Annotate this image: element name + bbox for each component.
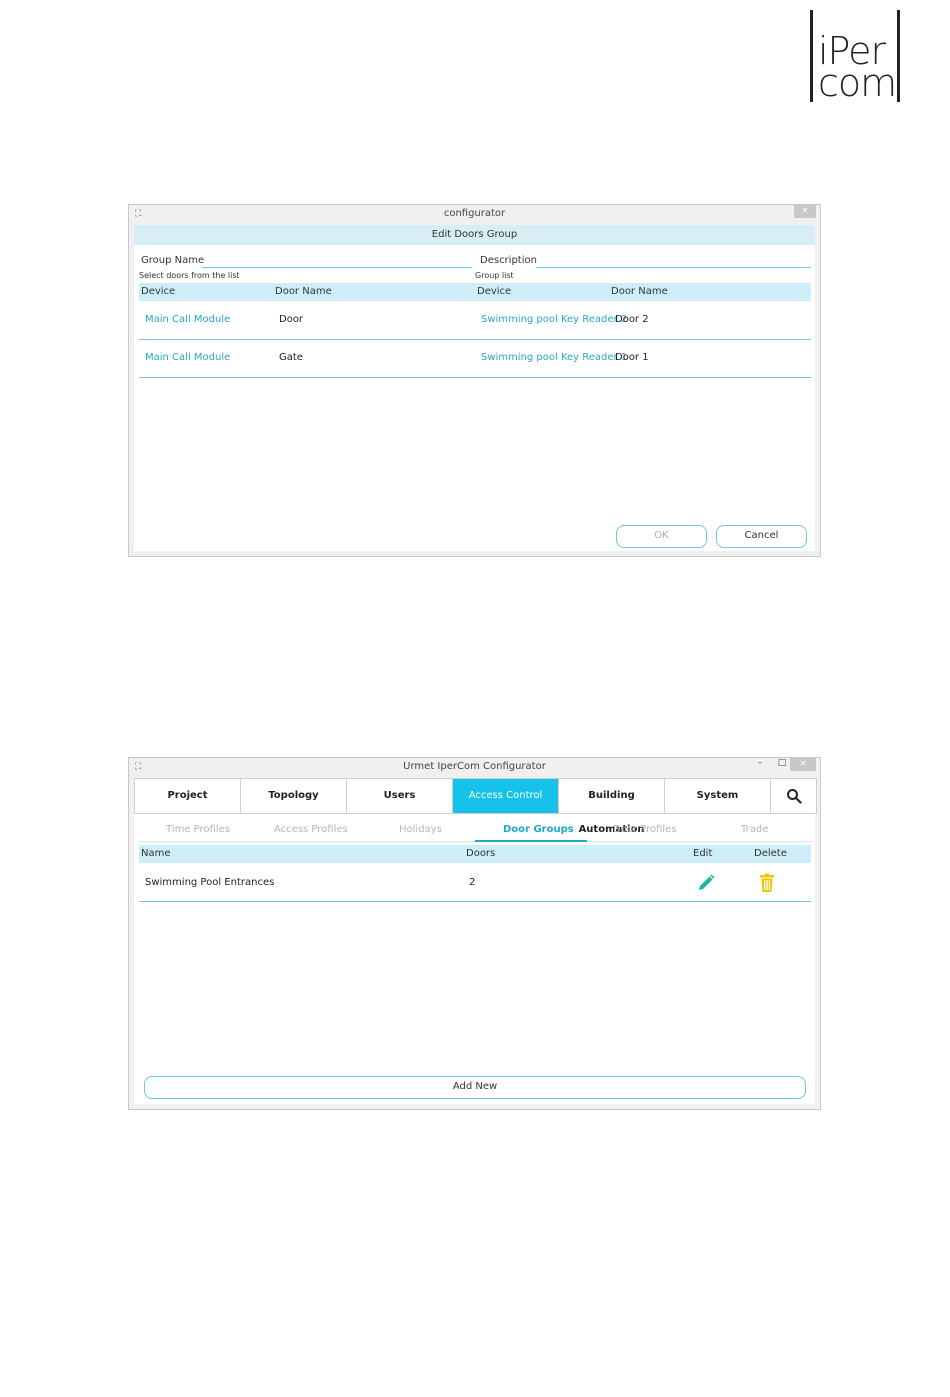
group-name-input[interactable] [202, 267, 472, 268]
active-subtab-indicator [475, 840, 587, 842]
ok-button[interactable]: OK [616, 525, 707, 548]
search-icon [786, 789, 802, 804]
col-device: Device [477, 286, 512, 297]
col-door-name: Door Name [275, 286, 332, 297]
row-divider [139, 339, 475, 340]
row-device: Main Call Module [145, 314, 231, 325]
row-door-name: Gate [279, 352, 303, 363]
logo-text-bottom: com [818, 61, 897, 105]
col-edit: Edit [693, 848, 713, 859]
col-door-name: Door Name [611, 286, 668, 297]
edit-button[interactable] [696, 873, 716, 893]
group-list-header: Device Door Name [475, 283, 811, 301]
dialog-titlebar: ⛶ configurator × [129, 205, 820, 225]
row-device: Swimming pool Key Reader 2 [481, 314, 628, 325]
sub-tab-bar: Time Profiles Access Profiles Holidays D… [139, 822, 812, 842]
subtab-holidays[interactable]: Holidays [399, 824, 442, 835]
subtab-time-profiles[interactable]: Time Profiles [166, 824, 230, 835]
row-doors-count: 2 [469, 877, 476, 888]
logo-bar-right [897, 10, 900, 102]
tab-topology[interactable]: Topology [241, 779, 347, 813]
col-name: Name [141, 848, 171, 859]
tab-project[interactable]: Project [135, 779, 241, 813]
subtab-access-profiles[interactable]: Access Profiles [274, 824, 348, 835]
description-input[interactable] [536, 267, 811, 268]
select-doors-label: Select doors from the list [139, 271, 240, 280]
subtab-door-groups[interactable]: Door Groups [503, 824, 574, 835]
app-close-button[interactable]: × [790, 758, 816, 771]
minimize-button[interactable]: – [752, 758, 768, 771]
dialog-body: Edit Doors Group Group Name Description … [134, 225, 815, 551]
search-button[interactable] [771, 779, 816, 813]
row-door-name: Door 2 [615, 314, 649, 325]
ipercom-logo: iPer com [810, 10, 900, 102]
edit-doors-group-dialog: ⛶ configurator × Edit Doors Group Group … [128, 204, 821, 557]
subtab-trade[interactable]: Trade [741, 824, 768, 835]
dialog-close-button[interactable]: × [794, 205, 816, 218]
row-group-name: Swimming Pool Entrances [145, 877, 275, 888]
logo-bar-left [810, 10, 813, 102]
app-window-title: Urmet IperCom Configurator [403, 761, 546, 772]
app-body: Project Topology Users Access Control Bu… [134, 778, 817, 1104]
available-doors-header: Device Door Name [139, 283, 475, 301]
col-device: Device [141, 286, 176, 297]
trash-icon [760, 873, 774, 892]
row-device: Main Call Module [145, 352, 231, 363]
dialog-window-title: configurator [443, 208, 506, 219]
main-tab-bar: Project Topology Users Access Control Bu… [134, 778, 817, 835]
group-name-label: Group Name [141, 255, 205, 266]
row-door-name: Door 1 [615, 352, 649, 363]
subtab-door-profiles[interactable]: Door Profiles [613, 824, 677, 835]
delete-button[interactable] [757, 873, 777, 893]
configurator-window: ⛶ Urmet IperCom Configurator – □ × Proje… [128, 757, 821, 1110]
tab-system[interactable]: System [665, 779, 771, 813]
tab-access-control[interactable]: Access Control [453, 779, 559, 813]
tab-users[interactable]: Users [347, 779, 453, 813]
tab-building-automation[interactable]: Building Automation [559, 779, 665, 835]
group-list-label: Group list [475, 271, 514, 280]
cancel-button[interactable]: Cancel [716, 525, 807, 548]
app-titlebar: ⛶ Urmet IperCom Configurator – □ × [129, 758, 820, 778]
dialog-header: Edit Doors Group [134, 225, 815, 245]
description-label: Description [480, 255, 537, 266]
pencil-icon [699, 874, 715, 890]
col-doors: Doors [466, 848, 496, 859]
row-divider [475, 377, 811, 378]
row-door-name: Door [279, 314, 304, 325]
row-divider [139, 377, 475, 378]
door-groups-table-header: Name Doors Edit Delete [139, 845, 811, 863]
maximize-button[interactable]: □ [774, 758, 790, 771]
row-device: Swimming pool Key Reader 1 [481, 352, 628, 363]
add-new-button[interactable]: Add New [144, 1076, 806, 1099]
col-delete: Delete [754, 848, 787, 859]
row-divider [139, 901, 811, 902]
row-divider [475, 339, 811, 340]
